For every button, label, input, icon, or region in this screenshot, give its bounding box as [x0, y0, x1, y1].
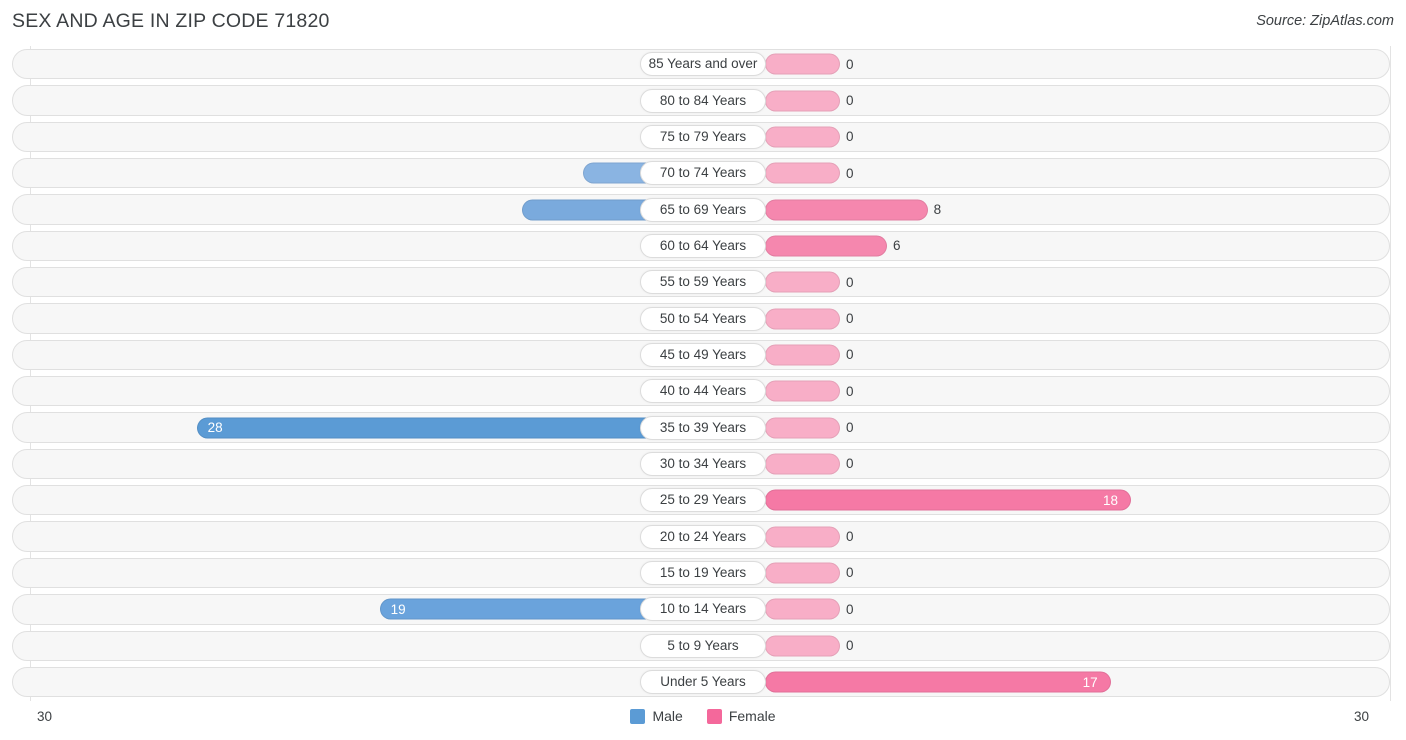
age-group-row[interactable]: 0015 to 19 Years	[0, 555, 1406, 591]
female-value-label: 0	[846, 456, 854, 472]
age-group-row[interactable]: 12865 to 69 Years	[0, 191, 1406, 227]
age-group-label: 85 Years and over	[640, 52, 766, 77]
female-bar[interactable]: 0	[765, 635, 854, 657]
age-group-row[interactable]: 0055 to 59 Years	[0, 264, 1406, 300]
female-value-label: 0	[846, 56, 854, 72]
female-value-label: 18	[1102, 492, 1118, 508]
age-group-label: 15 to 19 Years	[640, 560, 766, 585]
female-bar[interactable]: 0	[765, 162, 854, 184]
female-bar[interactable]: 0	[765, 90, 854, 112]
age-group-label: 30 to 34 Years	[640, 451, 766, 476]
age-group-label: 65 to 69 Years	[640, 197, 766, 222]
female-bar[interactable]: 8	[765, 199, 941, 221]
age-group-label: 55 to 59 Years	[640, 270, 766, 295]
age-group-label: 5 to 9 Years	[640, 633, 766, 658]
female-bar[interactable]: 0	[765, 453, 854, 475]
female-bar[interactable]: 18	[765, 489, 1131, 511]
female-value-label: 0	[846, 274, 854, 290]
female-bar[interactable]: 0	[765, 417, 854, 439]
chart-root: SEX AND AGE IN ZIP CODE 71820 Source: Zi…	[0, 0, 1406, 740]
age-group-row[interactable]: 005 to 9 Years	[0, 628, 1406, 664]
plot-area: 0 0 85 Years and over 0 0 80 to 84 Years 0 0 75 …	[0, 46, 1406, 701]
legend-label-male: Male	[652, 708, 683, 724]
chart-footer: 30 30 Male Female	[0, 701, 1406, 740]
age-group-row[interactable]: 0020 to 24 Years	[0, 518, 1406, 554]
female-value-label: 0	[846, 383, 854, 399]
age-group-row[interactable]: 01825 to 29 Years	[0, 482, 1406, 518]
age-group-label: 20 to 24 Years	[640, 524, 766, 549]
age-group-label: 75 to 79 Years	[640, 124, 766, 149]
male-value-label: 28	[207, 420, 223, 436]
age-group-row[interactable]: 0085 Years and over	[0, 46, 1406, 82]
age-group-label: 50 to 54 Years	[640, 306, 766, 331]
age-group-row[interactable]: 0050 to 54 Years	[0, 300, 1406, 336]
page-title: SEX AND AGE IN ZIP CODE 71820	[12, 10, 330, 32]
female-bar[interactable]: 0	[765, 308, 854, 330]
age-group-label: 60 to 64 Years	[640, 233, 766, 258]
female-value-label: 0	[846, 420, 854, 436]
age-group-row[interactable]: 0075 to 79 Years	[0, 119, 1406, 155]
source-attribution: Source: ZipAtlas.com	[1256, 13, 1394, 29]
female-value-label: 0	[846, 638, 854, 654]
age-group-label: 40 to 44 Years	[640, 379, 766, 404]
chart-header: SEX AND AGE IN ZIP CODE 71820 Source: Zi…	[0, 0, 1406, 44]
female-bar[interactable]: 0	[765, 126, 854, 148]
age-group-row[interactable]: 0080 to 84 Years	[0, 82, 1406, 118]
female-bar[interactable]: 17	[765, 671, 1111, 693]
female-value-label: 0	[846, 347, 854, 363]
legend-item-female[interactable]: Female	[706, 708, 776, 724]
female-bar[interactable]: 0	[765, 53, 854, 75]
age-group-row[interactable]: 0030 to 34 Years	[0, 446, 1406, 482]
female-bar[interactable]: 0	[765, 271, 854, 293]
female-value-label: 0	[846, 601, 854, 617]
age-group-label: 10 to 14 Years	[640, 597, 766, 622]
age-group-label: 25 to 29 Years	[640, 488, 766, 513]
legend-item-male[interactable]: Male	[630, 708, 683, 724]
female-value-label: 17	[1082, 674, 1098, 690]
age-group-label: Under 5 Years	[640, 670, 766, 695]
female-value-label: 0	[846, 165, 854, 181]
female-bar[interactable]: 6	[765, 235, 901, 257]
age-group-row[interactable]: 9070 to 74 Years	[0, 155, 1406, 191]
female-value-label: 0	[846, 565, 854, 581]
chart-legend: Male Female	[0, 708, 1406, 724]
female-bar[interactable]: 0	[765, 380, 854, 402]
female-bar[interactable]: 0	[765, 562, 854, 584]
age-group-label: 45 to 49 Years	[640, 342, 766, 367]
age-group-row[interactable]: 0045 to 49 Years	[0, 337, 1406, 373]
female-bar[interactable]: 0	[765, 344, 854, 366]
bar-rows-container: 0 0 85 Years and over 0 0 80 to 84 Years 0 0 75 …	[0, 46, 1406, 700]
legend-swatch-female-icon	[706, 708, 722, 724]
age-group-label: 70 to 74 Years	[640, 161, 766, 186]
age-group-row[interactable]: 28 0 35 to 39 Years	[0, 409, 1406, 445]
age-group-label: 80 to 84 Years	[640, 88, 766, 113]
female-value-label: 0	[846, 93, 854, 109]
female-value-label: 8	[933, 202, 942, 218]
age-group-row[interactable]: 0040 to 44 Years	[0, 373, 1406, 409]
female-value-label: 6	[893, 238, 901, 254]
female-value-label: 0	[846, 529, 854, 545]
age-group-label: 35 to 39 Years	[640, 415, 766, 440]
female-bar[interactable]: 0	[765, 598, 854, 620]
male-value-label: 19	[390, 601, 406, 617]
age-group-row[interactable]: 19 0 10 to 14 Years	[0, 591, 1406, 627]
legend-swatch-male-icon	[630, 708, 646, 724]
female-bar[interactable]: 0	[765, 526, 854, 548]
age-group-row[interactable]: 017Under 5 Years	[0, 664, 1406, 700]
legend-label-female: Female	[728, 708, 776, 724]
age-group-row[interactable]: 0660 to 64 Years	[0, 228, 1406, 264]
female-value-label: 0	[846, 311, 854, 327]
female-value-label: 0	[846, 129, 854, 145]
